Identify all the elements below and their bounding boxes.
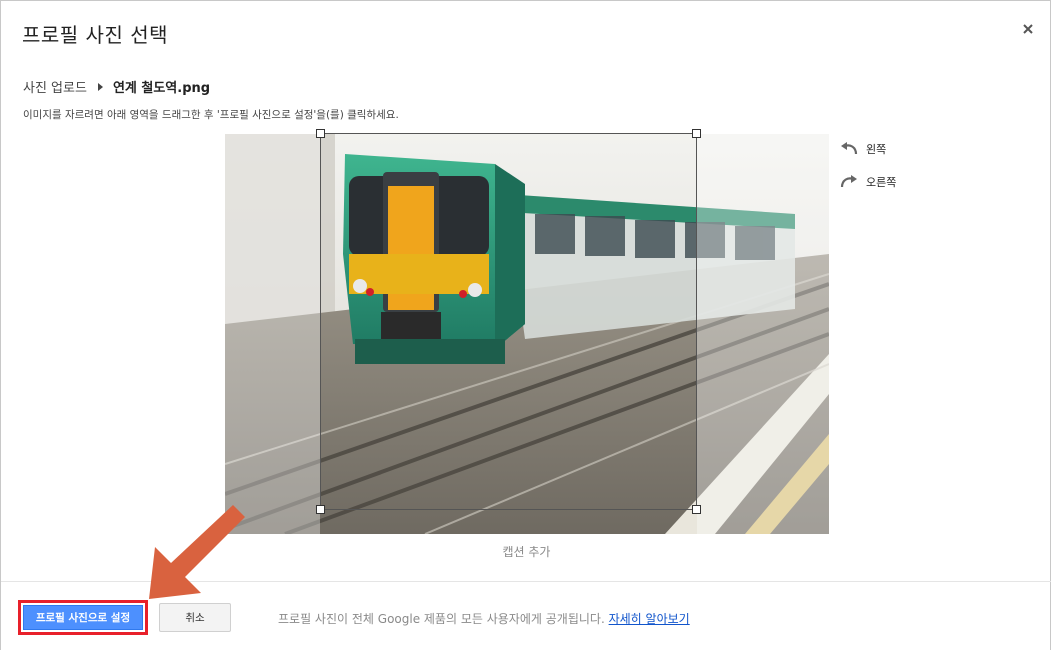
visibility-notice-text: 프로필 사진이 전체 Google 제품의 모든 사용자에게 공개됩니다.	[278, 612, 605, 626]
rotate-right-icon	[840, 175, 857, 188]
dialog-title: 프로필 사진 선택	[22, 23, 169, 47]
crop-handle-top-left[interactable]	[316, 129, 325, 138]
set-profile-photo-button[interactable]: 프로필 사진으로 설정	[23, 605, 143, 630]
rotate-right-label: 오른쪽	[866, 176, 897, 189]
outside-crop-left	[225, 134, 320, 534]
outside-crop-right	[697, 134, 829, 534]
learn-more-link[interactable]: 자세히 알아보기	[609, 612, 690, 626]
cancel-button[interactable]: 취소	[159, 603, 231, 632]
breadcrumb-upload[interactable]: 사진 업로드	[23, 77, 87, 96]
annotation-arrow-icon	[149, 505, 245, 599]
crop-instructions: 이미지를 자르려면 아래 영역을 드래그한 후 '프로필 사진으로 설정'을(를…	[23, 109, 399, 121]
visibility-notice: 프로필 사진이 전체 Google 제품의 모든 사용자에게 공개됩니다. 자세…	[278, 610, 690, 627]
crop-handle-top-right[interactable]	[692, 129, 701, 138]
rotate-left-label: 왼쪽	[866, 143, 887, 156]
profile-photo-dialog: 프로필 사진 선택 사진 업로드 연계 철도역.png 이미지를 자르려면 아래…	[0, 0, 1051, 650]
rotate-left-button[interactable]: 왼쪽	[839, 141, 886, 157]
crop-handle-bottom-right[interactable]	[692, 505, 701, 514]
primary-button-highlight: 프로필 사진으로 설정	[18, 600, 148, 635]
crop-handle-bottom-left[interactable]	[316, 505, 325, 514]
breadcrumb-current-file: 연계 철도역.png	[112, 81, 211, 96]
rotate-left-icon	[841, 142, 858, 155]
crop-selection[interactable]	[316, 129, 701, 514]
rotate-right-button[interactable]: 오른쪽	[839, 174, 896, 190]
close-icon[interactable]	[1020, 21, 1036, 37]
chevron-right-icon	[97, 82, 103, 91]
breadcrumb: 사진 업로드 연계 철도역.png	[23, 77, 210, 96]
